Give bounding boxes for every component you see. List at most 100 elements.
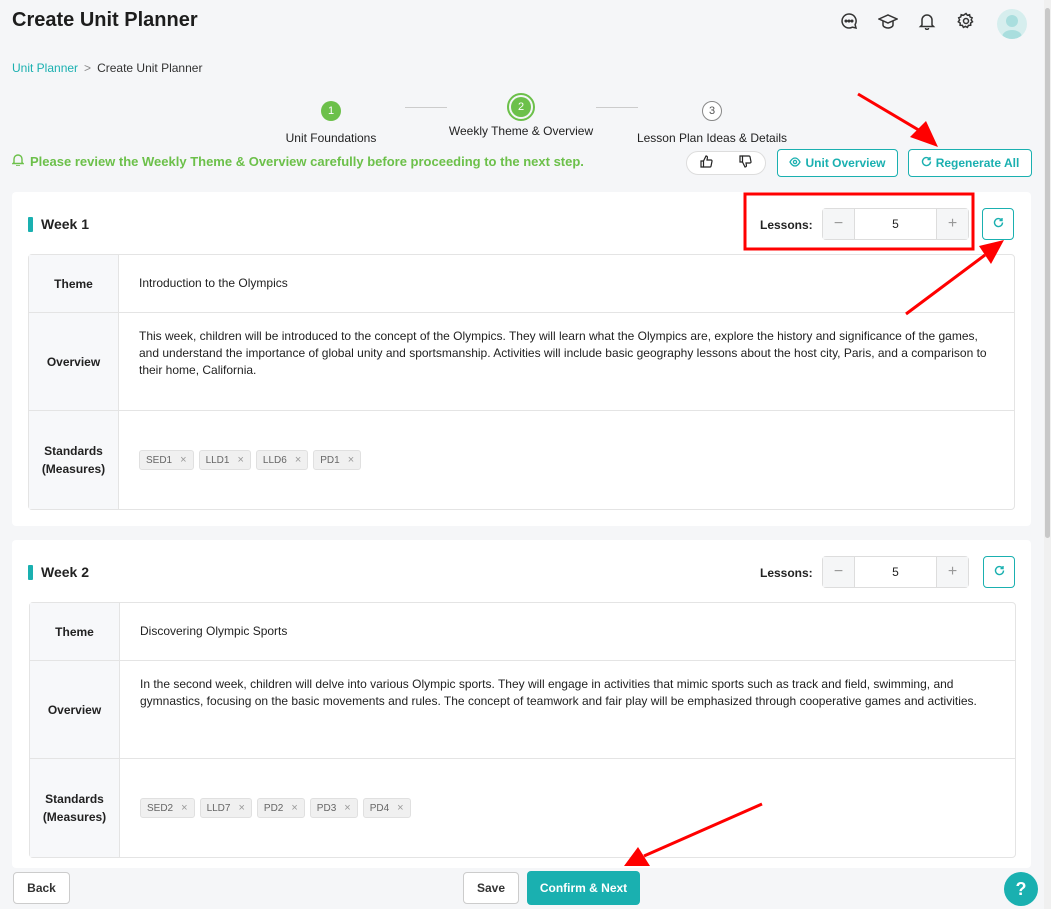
footer-bar xyxy=(0,868,1051,909)
chat-icon[interactable] xyxy=(840,12,858,30)
avatar[interactable] xyxy=(997,9,1027,39)
current-step-ring: 2 xyxy=(507,93,535,121)
standards-tags: SED2 × LLD7 × PD2 × PD3 × PD4 × xyxy=(120,759,1015,857)
week-title-text: Week 2 xyxy=(41,564,89,580)
week-card: Week 1 Lessons: − 5 + Theme Introduction… xyxy=(12,192,1031,526)
standard-code: LLD6 xyxy=(262,454,287,466)
remove-tag-icon[interactable]: × xyxy=(344,800,350,817)
increment-button[interactable]: + xyxy=(936,557,968,587)
gear-icon[interactable] xyxy=(957,12,975,30)
standards-header-line2: (Measures) xyxy=(41,462,106,476)
step-unit-foundations[interactable]: 1 Unit Foundations xyxy=(271,97,391,145)
lessons-stepper[interactable]: − 5 + xyxy=(822,208,969,240)
standard-code: LLD7 xyxy=(206,802,231,814)
remove-tag-icon[interactable]: × xyxy=(237,452,243,469)
lessons-label: Lessons: xyxy=(760,218,813,232)
regenerate-week-button[interactable] xyxy=(982,208,1014,240)
feedback-buttons xyxy=(686,151,766,175)
refresh-icon xyxy=(993,217,1004,231)
remove-tag-icon[interactable]: × xyxy=(295,452,301,469)
lessons-stepper[interactable]: − 5 + xyxy=(822,556,969,588)
confirm-next-button[interactable]: Confirm & Next xyxy=(527,871,640,905)
thumbs-up-icon[interactable] xyxy=(700,155,713,171)
eye-icon xyxy=(789,156,802,170)
theme-header: Theme xyxy=(30,603,120,660)
save-button[interactable]: Save xyxy=(463,872,519,904)
remove-tag-icon[interactable]: × xyxy=(181,800,187,817)
unit-overview-button[interactable]: Unit Overview xyxy=(777,149,898,177)
scrollbar[interactable] xyxy=(1044,0,1051,909)
step-lesson-plan-ideas[interactable]: 3 Lesson Plan Ideas & Details xyxy=(632,97,792,145)
step-number: 1 xyxy=(321,101,341,121)
week-detail-table: Theme Introduction to the Olympics Overv… xyxy=(28,254,1015,510)
refresh-icon xyxy=(921,156,932,170)
overview-header: Overview xyxy=(30,661,120,758)
top-bar: Create Unit Planner xyxy=(0,0,1051,44)
step-label: Weekly Theme & Overview xyxy=(448,124,594,138)
remove-tag-icon[interactable]: × xyxy=(397,800,403,817)
regenerate-all-label: Regenerate All xyxy=(935,156,1020,170)
decrement-button[interactable]: − xyxy=(823,557,855,587)
standard-tag: SED2 × xyxy=(140,798,195,818)
overview-header: Overview xyxy=(29,313,119,410)
theme-header: Theme xyxy=(29,255,119,312)
standard-tag: PD1 × xyxy=(313,450,362,470)
breadcrumb: Unit Planner > Create Unit Planner xyxy=(12,61,202,75)
standard-tag: LLD7 × xyxy=(199,798,252,818)
increment-button[interactable]: + xyxy=(936,209,968,239)
breadcrumb-separator: > xyxy=(84,61,92,75)
standards-row: Standards (Measures) SED1 × LLD1 × LLD6 × P… xyxy=(29,410,1014,509)
review-notice: Please review the Weekly Theme & Overvie… xyxy=(11,153,584,169)
step-weekly-theme-overview[interactable]: 2 Weekly Theme & Overview xyxy=(441,93,601,138)
standards-header: Standards (Measures) xyxy=(29,411,119,509)
notice-text: Please review the Weekly Theme & Overvie… xyxy=(30,153,584,169)
theme-value[interactable]: Introduction to the Olympics xyxy=(119,255,1014,312)
overview-value[interactable]: This week, children will be introduced t… xyxy=(119,313,1014,410)
standard-tag: PD2 × xyxy=(256,798,305,818)
step-number: 3 xyxy=(702,101,722,121)
standards-header-line1: Standards xyxy=(45,792,104,806)
standard-tag: LLD6 × xyxy=(255,450,309,470)
breadcrumb-current: Create Unit Planner xyxy=(97,61,203,75)
standards-row: Standards (Measures) SED2 × LLD7 × PD2 × PD… xyxy=(30,758,1015,857)
remove-tag-icon[interactable]: × xyxy=(238,800,244,817)
standards-tags: SED1 × LLD1 × LLD6 × PD1 × xyxy=(119,411,1014,509)
standard-tag: LLD1 × xyxy=(198,450,251,470)
remove-tag-icon[interactable]: × xyxy=(348,452,354,469)
week-detail-table: Theme Discovering Olympic Sports Overvie… xyxy=(29,602,1016,858)
week-title: Week 2 xyxy=(28,564,89,580)
decrement-button[interactable]: − xyxy=(823,209,855,239)
scrollbar-thumb[interactable] xyxy=(1045,8,1050,538)
breadcrumb-unit-planner[interactable]: Unit Planner xyxy=(12,61,78,75)
theme-row: Theme Introduction to the Olympics xyxy=(29,255,1014,312)
standard-code: SED2 xyxy=(147,802,174,814)
lessons-input[interactable]: 5 xyxy=(855,557,936,587)
theme-value[interactable]: Discovering Olympic Sports xyxy=(120,603,1015,660)
standard-code: LLD1 xyxy=(205,454,230,466)
back-button[interactable]: Back xyxy=(13,872,70,904)
standard-tag: PD4 × xyxy=(362,798,411,818)
overview-row: Overview This week, children will be int… xyxy=(29,312,1014,410)
refresh-icon xyxy=(994,565,1005,579)
regenerate-all-button[interactable]: Regenerate All xyxy=(908,149,1032,177)
remove-tag-icon[interactable]: × xyxy=(180,452,186,469)
bell-icon[interactable] xyxy=(918,12,936,31)
week-accent-bar xyxy=(28,564,33,580)
standard-tag: PD3 × xyxy=(309,798,358,818)
annotation-arrow xyxy=(857,92,938,147)
standard-code: PD3 xyxy=(316,802,337,814)
remove-tag-icon[interactable]: × xyxy=(291,800,297,817)
lessons-input[interactable]: 5 xyxy=(855,209,936,239)
regenerate-week-button[interactable] xyxy=(983,556,1015,588)
overview-value[interactable]: In the second week, children will delve … xyxy=(120,661,1015,758)
week-title: Week 1 xyxy=(28,216,89,232)
page-title: Create Unit Planner xyxy=(12,9,198,31)
thumbs-down-icon[interactable] xyxy=(739,155,752,171)
standards-header: Standards (Measures) xyxy=(30,759,120,857)
standard-code: PD2 xyxy=(263,802,284,814)
overview-row: Overview In the second week, children wi… xyxy=(30,660,1015,758)
graduation-cap-icon[interactable] xyxy=(877,12,899,30)
step-label: Lesson Plan Ideas & Details xyxy=(636,131,788,145)
help-button[interactable]: ? xyxy=(1004,872,1038,906)
step-number: 2 xyxy=(511,97,531,117)
